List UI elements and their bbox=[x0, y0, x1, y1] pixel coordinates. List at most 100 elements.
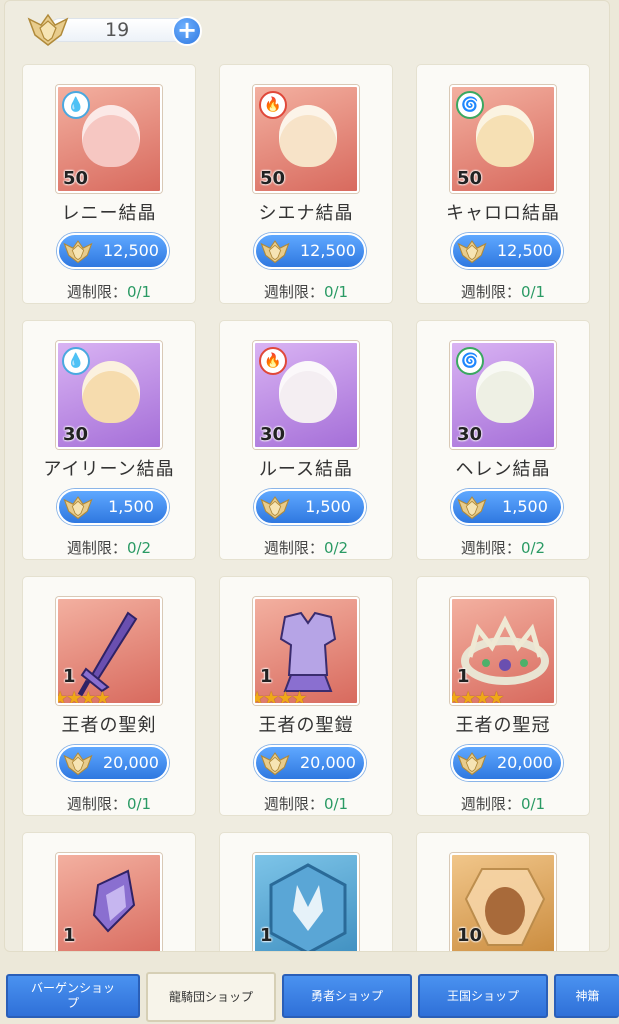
item-thumbnail: 1 ★★★★ bbox=[253, 597, 359, 705]
item-quantity: 30 bbox=[457, 424, 483, 445]
buy-button[interactable]: 20,000 bbox=[57, 745, 169, 781]
fire-icon: 🔥 bbox=[259, 91, 287, 119]
purchase-limit: 週制限：0/1 bbox=[23, 793, 195, 814]
tab-dragon-knight-shop[interactable]: 龍騎団ショップ bbox=[146, 972, 276, 1022]
item-name: レニー結晶 bbox=[61, 203, 157, 224]
item-thumbnail: 1 bbox=[253, 853, 359, 951]
shop-item-card[interactable]: 💧 50 レニー結晶 12,500 週制限：0/1 bbox=[22, 64, 196, 304]
purchase-limit: 週制限：0/1 bbox=[220, 793, 392, 814]
dragon-knight-medal-icon bbox=[457, 496, 487, 520]
character-portrait bbox=[476, 361, 534, 423]
rarity-stars-icon: ★★★★ bbox=[56, 688, 111, 705]
character-portrait bbox=[476, 105, 534, 167]
buy-button[interactable]: 12,500 bbox=[451, 233, 563, 269]
limit-label: 週制限： bbox=[460, 283, 521, 301]
tab-label: 龍騎団ショップ bbox=[168, 989, 253, 1004]
shop-item-card[interactable]: 🌀 50 キャロロ結晶 12,500 週制限：0/1 bbox=[416, 64, 590, 304]
shop-item-card[interactable]: 1 ★★★★ 王者の聖剣 20,000 週制限：0/1 bbox=[22, 576, 196, 816]
purchase-limit: 週制限：0/1 bbox=[220, 281, 392, 302]
buy-button[interactable]: 12,500 bbox=[57, 233, 169, 269]
item-quantity: 10 bbox=[457, 925, 483, 946]
limit-label: 週制限： bbox=[460, 539, 521, 557]
limit-count: 0/1 bbox=[520, 283, 546, 301]
buy-button[interactable]: 20,000 bbox=[451, 745, 563, 781]
item-name: 王者の聖鎧 bbox=[258, 715, 354, 736]
limit-label: 週制限： bbox=[66, 283, 127, 301]
price-value: 1,500 bbox=[108, 497, 154, 516]
character-portrait bbox=[82, 361, 140, 423]
dragon-knight-medal-icon bbox=[457, 240, 487, 264]
price-value: 12,500 bbox=[300, 241, 356, 260]
dragon-knight-medal-icon bbox=[63, 240, 93, 264]
purchase-limit: 週制限：0/1 bbox=[417, 281, 589, 302]
item-quantity: 1 bbox=[63, 925, 76, 946]
shop-item-card[interactable]: 1 bbox=[22, 832, 196, 951]
item-thumbnail: 1 bbox=[56, 853, 162, 951]
item-thumbnail: 🌀 50 bbox=[450, 85, 556, 193]
tab-divine-shop[interactable]: 神簫 bbox=[554, 974, 619, 1018]
water-icon: 💧 bbox=[62, 347, 90, 375]
item-quantity: 1 bbox=[63, 666, 76, 687]
limit-label: 週制限： bbox=[263, 539, 324, 557]
tab-bargain-shop[interactable]: バーゲンショップ bbox=[6, 974, 140, 1018]
buy-button[interactable]: 1,500 bbox=[451, 489, 563, 525]
shop-item-card[interactable]: 🌀 30 ヘレン結晶 1,500 週制限：0/2 bbox=[416, 320, 590, 560]
limit-label: 週制限： bbox=[263, 283, 324, 301]
shop-item-card[interactable]: 1 ★★★★ 王者の聖鎧 20,000 週制限：0/1 bbox=[219, 576, 393, 816]
limit-label: 週制限： bbox=[66, 795, 127, 813]
limit-count: 0/1 bbox=[126, 795, 152, 813]
water-icon: 💧 bbox=[62, 91, 90, 119]
price-value: 12,500 bbox=[103, 241, 159, 260]
tab-kingdom-shop[interactable]: 王国ショップ bbox=[418, 974, 548, 1018]
item-quantity: 30 bbox=[63, 424, 89, 445]
add-currency-button[interactable]: + bbox=[172, 16, 202, 46]
item-quantity: 50 bbox=[457, 168, 483, 189]
purchase-limit: 週制限：0/1 bbox=[417, 793, 589, 814]
item-quantity: 50 bbox=[260, 168, 286, 189]
limit-label: 週制限： bbox=[263, 795, 324, 813]
purchase-limit: 週制限：0/1 bbox=[23, 281, 195, 302]
shop-item-card[interactable]: 10 bbox=[416, 832, 590, 951]
item-quantity: 1 bbox=[260, 925, 273, 946]
character-portrait bbox=[279, 361, 337, 423]
shop-item-card[interactable]: 🔥 30 ルース結晶 1,500 週制限：0/2 bbox=[219, 320, 393, 560]
limit-count: 0/2 bbox=[126, 539, 152, 557]
item-name: キャロロ結晶 bbox=[446, 203, 560, 224]
item-thumbnail: 💧 30 bbox=[56, 341, 162, 449]
item-quantity: 1 bbox=[457, 666, 470, 687]
currency-bar: 19 + bbox=[27, 11, 203, 47]
purchase-limit: 週制限：0/2 bbox=[417, 537, 589, 558]
shop-item-card[interactable]: 🔥 50 シエナ結晶 12,500 週制限：0/1 bbox=[219, 64, 393, 304]
buy-button[interactable]: 1,500 bbox=[254, 489, 366, 525]
tab-hero-shop[interactable]: 勇者ショップ bbox=[282, 974, 412, 1018]
price-value: 20,000 bbox=[497, 753, 553, 772]
buy-button[interactable]: 12,500 bbox=[254, 233, 366, 269]
shop-item-card[interactable]: 1 bbox=[219, 832, 393, 951]
dragon-knight-medal-icon bbox=[260, 496, 290, 520]
limit-label: 週制限： bbox=[66, 539, 127, 557]
dragon-knight-medal-icon bbox=[27, 13, 69, 46]
item-quantity: 30 bbox=[260, 424, 286, 445]
shop-item-card[interactable]: 1 ★★★★ 王者の聖冠 20,000 週制限：0/1 bbox=[416, 576, 590, 816]
limit-count: 0/1 bbox=[520, 795, 546, 813]
dragon-knight-medal-icon bbox=[63, 496, 93, 520]
item-name: ルース結晶 bbox=[258, 459, 354, 480]
item-name: 王者の聖剣 bbox=[61, 715, 157, 736]
character-portrait bbox=[82, 105, 140, 167]
tab-label: 勇者ショップ bbox=[310, 988, 383, 1003]
dragon-knight-medal-icon bbox=[260, 752, 290, 776]
buy-button[interactable]: 1,500 bbox=[57, 489, 169, 525]
rarity-stars-icon: ★★★★ bbox=[253, 688, 308, 705]
item-name: シエナ結晶 bbox=[258, 203, 354, 224]
shop-item-card[interactable]: 💧 30 アイリーン結晶 1,500 週制限：0/2 bbox=[22, 320, 196, 560]
price-value: 20,000 bbox=[103, 753, 159, 772]
dragon-knight-medal-icon bbox=[457, 752, 487, 776]
dragon-knight-medal-icon bbox=[63, 752, 93, 776]
wind-icon: 🌀 bbox=[456, 347, 484, 375]
buy-button[interactable]: 20,000 bbox=[254, 745, 366, 781]
item-name: アイリーン結晶 bbox=[43, 459, 175, 480]
shop-panel: 19 + 💧 50 レニー結晶 12,500 週制限：0/1 🔥 50 シエナ結… bbox=[4, 0, 610, 952]
tab-label: 神簫 bbox=[575, 988, 600, 1003]
purchase-limit: 週制限：0/2 bbox=[220, 537, 392, 558]
shop-tab-bar: バーゲンショップ 龍騎団ショップ 勇者ショップ 王国ショップ 神簫 bbox=[0, 966, 619, 1024]
